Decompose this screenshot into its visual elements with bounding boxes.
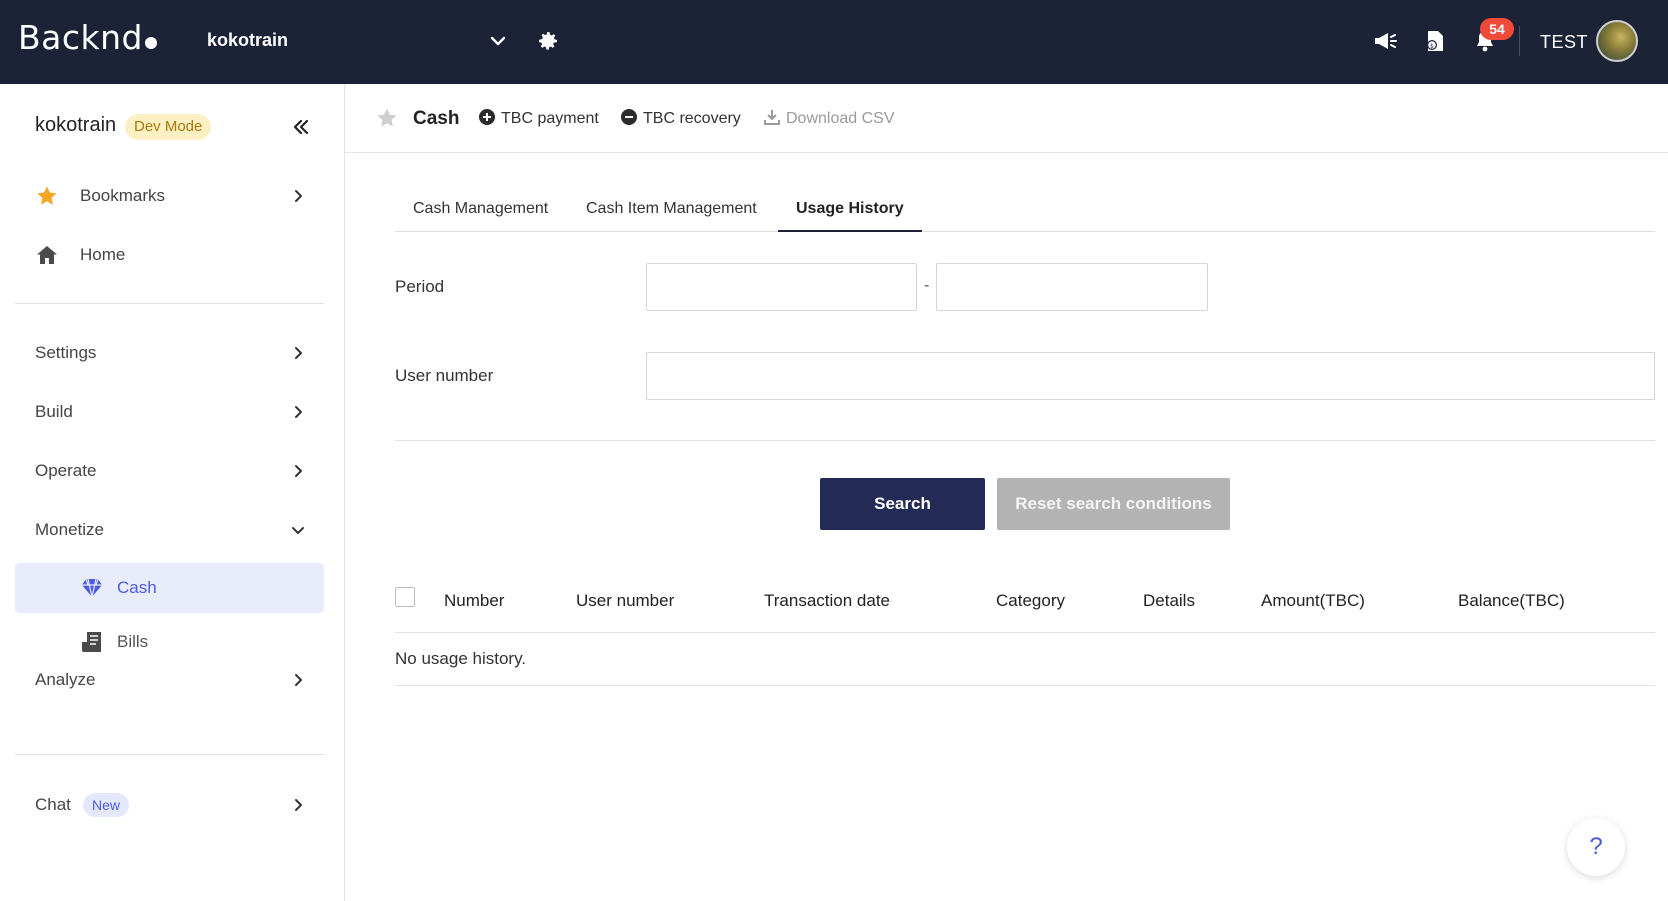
chevron-right-icon bbox=[295, 799, 302, 811]
empty-table-message: No usage history. bbox=[395, 649, 527, 668]
new-badge: New bbox=[83, 793, 130, 817]
logo-dot bbox=[144, 37, 157, 49]
sidebar-item-label: Build bbox=[35, 402, 73, 421]
diamond-icon bbox=[82, 578, 102, 598]
sidebar-item-label: Operate bbox=[35, 461, 97, 480]
chevron-right-icon bbox=[295, 190, 302, 202]
bookmark-star-icon[interactable] bbox=[375, 106, 399, 130]
minus-circle-icon bbox=[621, 109, 637, 125]
column-header[interactable]: Category bbox=[996, 591, 1065, 611]
sidebar-item-label: Monetize bbox=[35, 520, 104, 539]
download-icon bbox=[764, 110, 780, 125]
project-selector-label[interactable]: kokotrain bbox=[207, 30, 288, 51]
search-button[interactable]: Search bbox=[820, 478, 985, 530]
tbc-recovery-button[interactable]: TBC recovery bbox=[621, 109, 741, 128]
dev-mode-badge: Dev Mode bbox=[125, 114, 212, 140]
home-icon bbox=[37, 246, 57, 264]
sidebar-item-bookmarks[interactable]: Bookmarks bbox=[15, 172, 324, 220]
star-icon bbox=[37, 186, 57, 205]
plus-circle-icon bbox=[479, 109, 495, 125]
sidebar-project-name: kokotrain bbox=[35, 114, 117, 136]
column-header[interactable]: Number bbox=[444, 591, 504, 611]
period-start-input[interactable] bbox=[646, 263, 917, 311]
table-header: Number User number Transaction date Cate… bbox=[395, 575, 1655, 633]
tab-usage-history[interactable]: Usage History bbox=[778, 200, 922, 232]
sidebar-item-label: Analyze bbox=[35, 670, 96, 689]
period-separator: - bbox=[924, 277, 930, 294]
sidebar-item-build[interactable]: Build bbox=[15, 388, 324, 436]
period-end-input[interactable] bbox=[936, 263, 1208, 311]
tbc-payment-button[interactable]: TBC payment bbox=[479, 109, 599, 128]
column-header[interactable]: Balance(TBC) bbox=[1458, 591, 1565, 611]
help-button[interactable]: ? bbox=[1567, 818, 1625, 876]
sidebar-item-settings[interactable]: Settings bbox=[15, 329, 324, 377]
chevron-right-icon bbox=[295, 406, 302, 418]
sidebar-item-label: Cash bbox=[117, 578, 157, 597]
chevron-right-icon bbox=[295, 465, 302, 477]
period-label: Period bbox=[395, 277, 445, 296]
column-header[interactable]: Transaction date bbox=[764, 591, 890, 611]
megaphone-icon[interactable] bbox=[1372, 28, 1398, 54]
chevron-down-icon[interactable] bbox=[488, 31, 508, 51]
sidebar-item-operate[interactable]: Operate bbox=[15, 447, 324, 495]
collapse-sidebar-icon[interactable] bbox=[290, 116, 312, 138]
sidebar-item-home[interactable]: Home bbox=[15, 231, 324, 279]
sidebar-item-label: Settings bbox=[35, 343, 97, 362]
tab-bar: Cash Management Cash Item Management Usa… bbox=[395, 190, 1655, 232]
sidebar-item-label: Home bbox=[80, 245, 126, 264]
backnd-logo[interactable]: Backnd bbox=[18, 18, 157, 57]
user-name[interactable]: TEST bbox=[1540, 32, 1588, 53]
table-row: No usage history. bbox=[395, 634, 1655, 686]
svg-text:$: $ bbox=[1430, 43, 1434, 50]
sidebar-divider bbox=[15, 303, 324, 304]
notification-count-badge: 54 bbox=[1480, 18, 1514, 40]
sidebar-item-label: Chat bbox=[35, 795, 71, 814]
form-divider bbox=[395, 440, 1655, 441]
topbar-divider bbox=[1519, 26, 1520, 56]
sidebar: kokotrain Dev Mode Bookmarks Home Settin… bbox=[0, 84, 345, 901]
sidebar-item-analyze[interactable]: Analyze bbox=[15, 656, 324, 704]
select-all-checkbox[interactable] bbox=[395, 587, 415, 607]
gear-icon[interactable] bbox=[536, 29, 560, 53]
avatar[interactable] bbox=[1596, 20, 1638, 62]
download-csv-label: Download CSV bbox=[786, 110, 895, 127]
content-header: Cash TBC payment TBC recovery Download C… bbox=[345, 84, 1668, 153]
column-header[interactable]: Amount(TBC) bbox=[1261, 591, 1365, 611]
reset-search-button[interactable]: Reset search conditions bbox=[997, 478, 1230, 530]
sidebar-item-label: Bills bbox=[117, 632, 149, 651]
sidebar-item-cash[interactable]: Cash bbox=[15, 563, 324, 613]
sidebar-divider bbox=[15, 754, 324, 755]
tbc-payment-label: TBC payment bbox=[501, 110, 599, 127]
bills-icon bbox=[82, 632, 101, 652]
download-csv-button[interactable]: Download CSV bbox=[764, 109, 895, 128]
user-number-input[interactable] bbox=[646, 352, 1655, 400]
tab-cash-management[interactable]: Cash Management bbox=[395, 200, 566, 232]
chevron-right-icon bbox=[295, 674, 302, 686]
chevron-down-icon bbox=[292, 527, 304, 534]
column-header[interactable]: User number bbox=[576, 591, 674, 611]
user-number-label: User number bbox=[395, 366, 494, 385]
tbc-recovery-label: TBC recovery bbox=[643, 110, 741, 127]
tab-cash-item-management[interactable]: Cash Item Management bbox=[568, 200, 775, 232]
top-bar: Backnd kokotrain $ 54 TEST bbox=[0, 0, 1668, 84]
sidebar-item-chat[interactable]: Chat New bbox=[15, 781, 324, 829]
logo-text: Backnd bbox=[18, 18, 143, 57]
document-coin-icon[interactable]: $ bbox=[1422, 28, 1448, 54]
sidebar-item-monetize[interactable]: Monetize bbox=[15, 506, 324, 554]
chevron-right-icon bbox=[295, 347, 302, 359]
column-header[interactable]: Details bbox=[1143, 591, 1195, 611]
sidebar-item-label: Bookmarks bbox=[80, 186, 166, 205]
page-title: Cash bbox=[413, 108, 460, 129]
